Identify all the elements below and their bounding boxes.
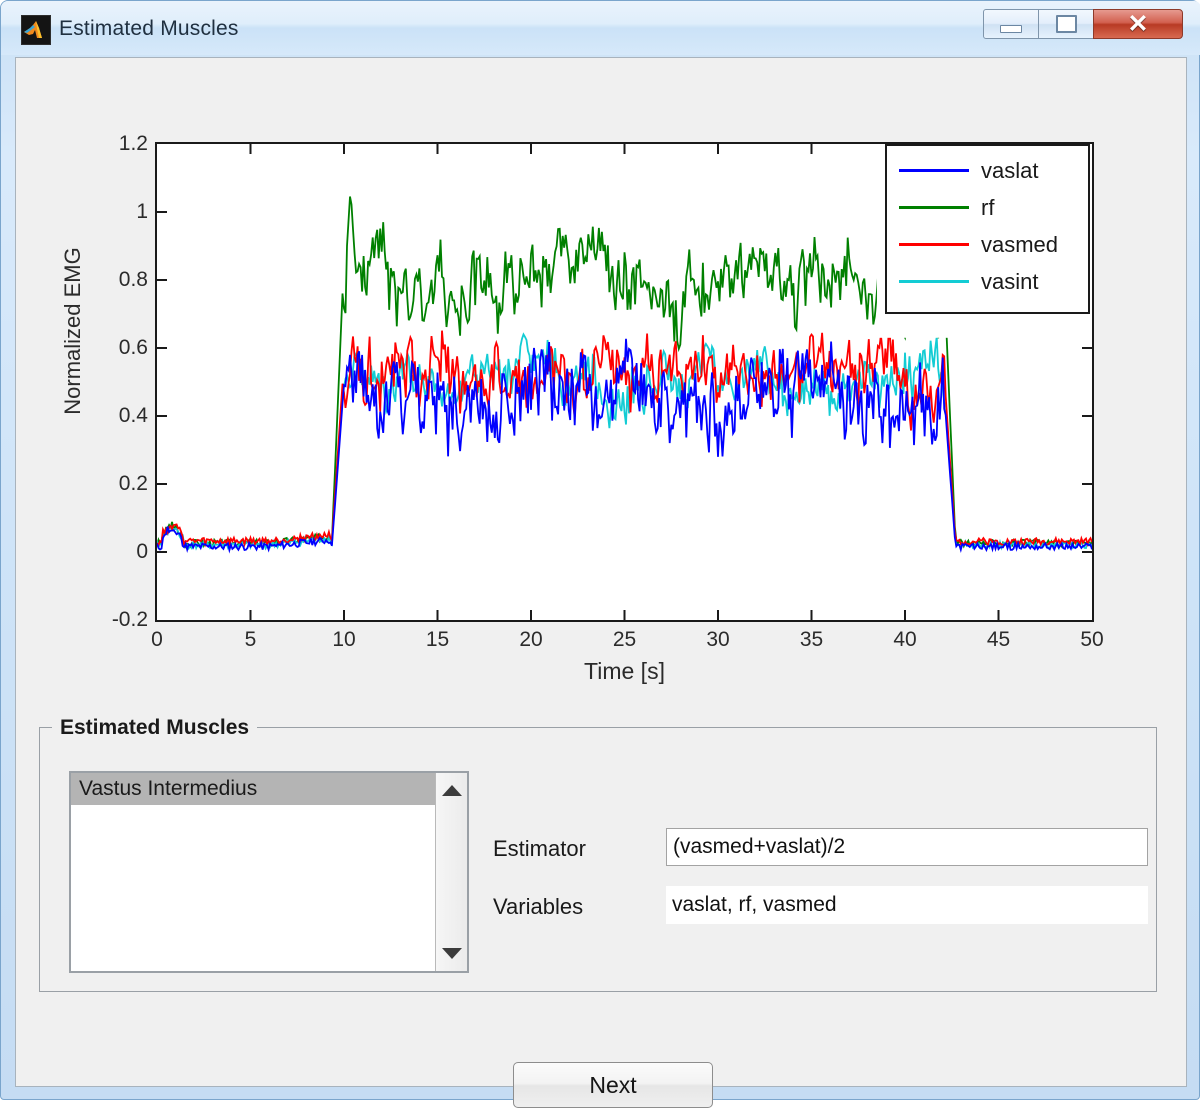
window-title: Estimated Muscles: [59, 17, 239, 40]
x-tick-label: 0: [151, 628, 163, 651]
legend-label: vaslat: [981, 157, 1039, 183]
chart-legend: vaslat rf vasmed vasint: [885, 144, 1090, 314]
list-item[interactable]: Vastus Intermedius: [71, 773, 467, 805]
legend-swatch-rf: [899, 206, 969, 209]
legend-item: vaslat: [887, 152, 1088, 189]
legend-swatch-vasint: [899, 280, 969, 283]
x-axis-label: Time [s]: [584, 658, 665, 684]
y-tick-label: 0: [136, 540, 148, 563]
x-tick-label: 50: [1080, 628, 1104, 651]
title-bar[interactable]: Estimated Muscles ✕: [1, 1, 1200, 55]
y-axis-label: Normalized EMG: [60, 247, 85, 415]
y-tick-label: 0.8: [118, 268, 148, 291]
estimator-input[interactable]: [666, 828, 1148, 866]
legend-label: vasint: [981, 268, 1039, 294]
legend-swatch-vasmed: [899, 243, 969, 246]
close-icon: ✕: [1127, 9, 1149, 38]
y-tick-label: 0.2: [118, 472, 148, 495]
legend-label: rf: [981, 194, 995, 220]
maximize-icon: [1055, 15, 1077, 33]
x-tick-label: 15: [425, 628, 450, 651]
x-tick-label: 25: [612, 628, 637, 651]
close-button[interactable]: ✕: [1093, 9, 1183, 39]
legend-label: vasmed: [981, 231, 1059, 257]
x-tick-label: 40: [893, 628, 917, 651]
x-axis-ticks: 0 5 10 15 20 25 30 35 40 45 50: [151, 628, 1104, 656]
scroll-up-icon[interactable]: [441, 785, 462, 796]
y-tick-label: 0.6: [118, 336, 148, 359]
legend-swatch-vaslat: [899, 169, 969, 172]
y-axis-ticks: -0.2 0 0.2 0.4 0.6 0.8 1 1.2: [88, 132, 148, 631]
matlab-logo-icon: [21, 15, 51, 45]
x-tick-label: 45: [986, 628, 1011, 651]
next-button[interactable]: Next: [513, 1062, 713, 1108]
variables-input[interactable]: [666, 886, 1148, 924]
muscle-listbox[interactable]: Vastus Intermedius: [69, 771, 469, 973]
client-area: -0.2 0 0.2 0.4 0.6 0.8 1 1.2 0 5 10 15 20 25 30 35 40 45…: [15, 57, 1187, 1108]
x-tick-label: 30: [706, 628, 730, 651]
legend-item: rf: [887, 189, 1088, 226]
minimize-icon: [1000, 25, 1022, 33]
scroll-down-icon[interactable]: [441, 948, 462, 959]
x-tick-label: 10: [332, 628, 356, 651]
minimize-button[interactable]: [983, 9, 1039, 39]
panel-title: Estimated Muscles: [52, 716, 258, 740]
legend-item: vasmed: [887, 226, 1088, 263]
x-tick-label: 5: [244, 628, 257, 651]
y-tick-label: -0.2: [111, 608, 148, 631]
x-tick-label: 35: [799, 628, 824, 651]
estimator-label: Estimator: [493, 836, 586, 861]
application-window: Estimated Muscles ✕ -0.2 0 0.2 0.4 0.6 0.8 1 1.…: [0, 0, 1200, 1108]
y-tick-label: 1.2: [118, 132, 148, 155]
y-tick-label: 1: [136, 200, 148, 223]
y-tick-label: 0.4: [118, 404, 148, 427]
variables-label: Variables: [493, 894, 584, 919]
x-tick-label: 20: [519, 628, 543, 651]
maximize-button[interactable]: [1038, 9, 1094, 39]
listbox-scrollbar[interactable]: [435, 773, 467, 971]
legend-item: vasint: [887, 263, 1088, 300]
